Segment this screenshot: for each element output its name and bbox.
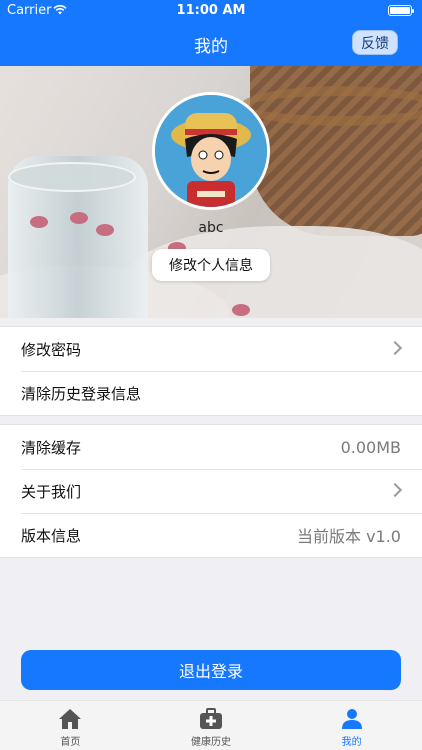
logout-button[interactable]: 退出登录 (21, 650, 401, 690)
tab-home-label: 首页 (60, 737, 81, 748)
profile-header-background: abc 修改个人信息 (0, 66, 422, 318)
version-info-row: 版本信息 当前版本 v1.0 (0, 513, 422, 557)
edit-profile-button[interactable]: 修改个人信息 (152, 249, 270, 281)
chevron-right-icon (387, 340, 403, 356)
cache-size-value: 0.00MB (340, 437, 401, 457)
tab-health-history-label: 健康历史 (191, 737, 231, 748)
clear-login-history-label: 清除历史登录信息 (21, 384, 142, 403)
version-value: 当前版本 v1.0 (296, 527, 401, 546)
clear-cache-label: 清除缓存 (21, 438, 82, 457)
status-time: 11:00 AM (176, 3, 246, 18)
tab-home[interactable]: 首页 (0, 701, 141, 750)
battery-icon (388, 5, 414, 16)
chevron-right-icon (387, 482, 403, 498)
top-bar: Carrier 11:00 AM 我的 反馈 (0, 0, 422, 66)
tab-mine-label: 我的 (341, 737, 362, 748)
clear-cache-row[interactable]: 清除缓存 0.00MB (0, 425, 422, 469)
username-label: abc (198, 220, 224, 236)
feedback-button[interactable]: 反馈 (352, 30, 398, 55)
account-settings-group: 修改密码 清除历史登录信息 (0, 326, 422, 416)
tab-mine[interactable]: 我的 (281, 701, 422, 750)
home-icon (59, 709, 82, 729)
avatar-image (155, 95, 267, 207)
change-password-label: 修改密码 (21, 340, 82, 359)
app-settings-group: 清除缓存 0.00MB 关于我们 版本信息 当前版本 v1.0 (0, 424, 422, 558)
version-info-label: 版本信息 (21, 526, 82, 545)
tab-bar: 首页 健康历史 我的 (0, 700, 422, 750)
clear-login-history-row[interactable]: 清除历史登录信息 (0, 371, 422, 415)
about-us-row[interactable]: 关于我们 (0, 469, 422, 513)
jar-neck-decoration (8, 162, 136, 192)
change-password-row[interactable]: 修改密码 (0, 327, 422, 371)
medical-kit-icon (200, 708, 222, 729)
about-us-label: 关于我们 (21, 482, 82, 501)
status-bar: Carrier 11:00 AM (0, 0, 422, 22)
petal-decoration (232, 304, 250, 316)
person-icon (341, 709, 362, 729)
avatar[interactable] (152, 92, 270, 210)
profile-screen: Carrier 11:00 AM 我的 反馈 abc 修改个人信息 修改密码 清… (0, 0, 422, 750)
tab-health-history[interactable]: 健康历史 (141, 701, 282, 750)
